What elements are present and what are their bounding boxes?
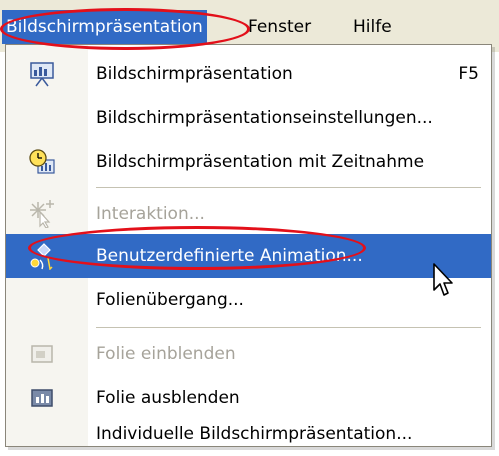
menu-item-setup-show[interactable]: Bildschirmpräsentationseinstellungen...	[6, 96, 491, 140]
menu-fenster[interactable]: Fenster	[244, 10, 315, 44]
menu-item-custom-animation[interactable]: Benutzerdefinierte Animation...	[6, 234, 491, 278]
menu-item-view-show[interactable]: Bildschirmpräsentation F5	[6, 52, 491, 96]
menu-item-slide-transition[interactable]: Folienübergang...	[6, 278, 491, 322]
menu-item-label: Bildschirmpräsentation mit Zeitnahme	[96, 152, 425, 172]
menu-item-label: Folienübergang...	[96, 290, 244, 310]
menu-item-label: Benutzerdefinierte Animation...	[96, 246, 363, 266]
menu-item-label: Folie einblenden	[96, 344, 236, 364]
menu-item-label: Individuelle Bildschirmpräsentation...	[96, 424, 413, 444]
menu-item-shortcut: F5	[458, 64, 479, 84]
menu-item-custom-shows[interactable]: Individuelle Bildschirmpräsentation...	[6, 412, 491, 456]
custom-animation-icon	[28, 242, 56, 271]
menu-item-label: Bildschirmpräsentation	[96, 64, 293, 84]
slideshow-screen-icon	[28, 60, 56, 88]
menu-bildschirmpraesentation[interactable]: Bildschirmpräsentation	[2, 10, 207, 44]
mouse-cursor-icon	[432, 262, 456, 303]
menu-item-label: Bildschirmpräsentationseinstellungen...	[96, 108, 433, 128]
rehearse-timing-clock-icon	[28, 148, 56, 176]
action-settings-icon	[28, 200, 56, 229]
menu-separator	[96, 187, 481, 188]
menu-separator	[96, 327, 481, 328]
menu-item-label: Interaktion...	[96, 204, 205, 224]
menu-item-action-settings[interactable]: Interaktion...	[6, 192, 491, 236]
menu-item-rehearse-timings[interactable]: Bildschirmpräsentation mit Zeitnahme	[6, 140, 491, 184]
show-slide-icon	[28, 340, 56, 368]
hide-slide-icon	[28, 384, 56, 412]
menu-hilfe[interactable]: Hilfe	[349, 10, 396, 44]
slideshow-dropdown-menu: Bildschirmpräsentation F5 Bildschirmpräs…	[5, 44, 492, 447]
menu-item-show-slide[interactable]: Folie einblenden	[6, 332, 491, 376]
